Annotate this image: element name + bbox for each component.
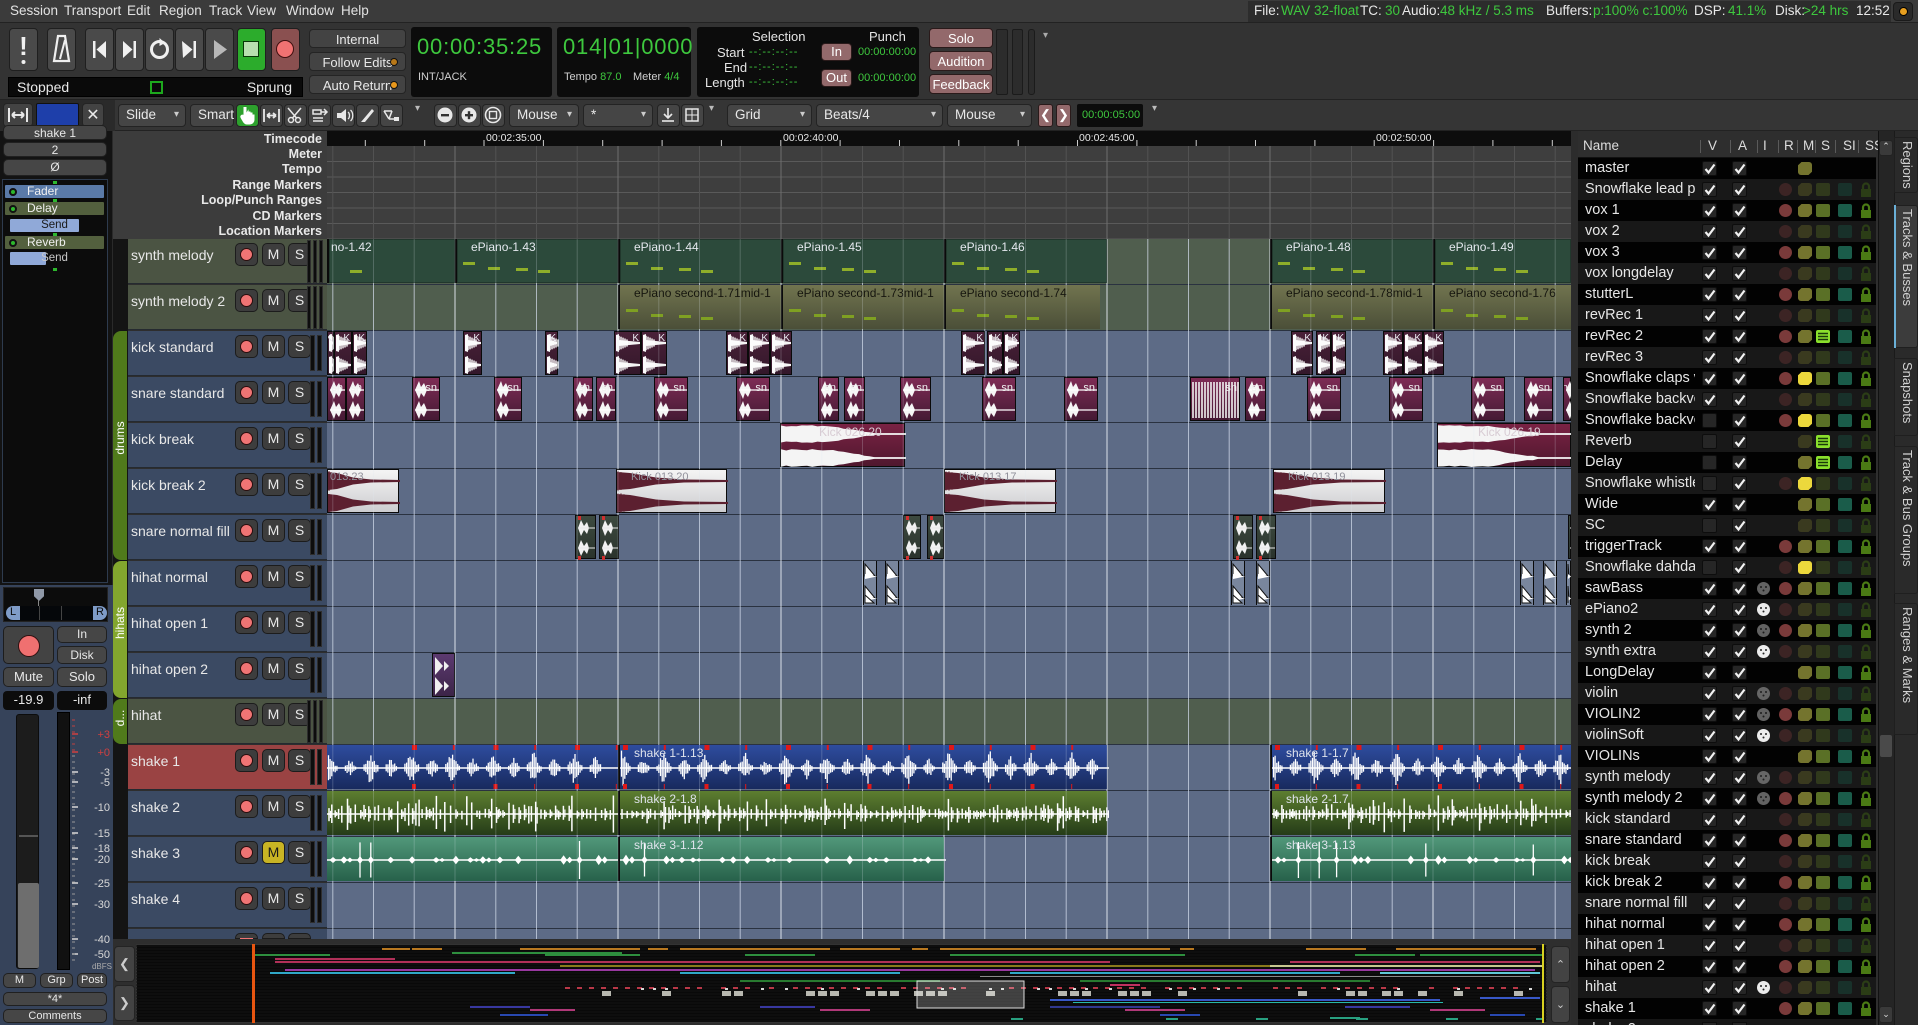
svg-text:-50: -50 <box>94 949 110 961</box>
svg-text:sn: sn <box>755 382 767 394</box>
svg-text:K: K <box>632 333 639 344</box>
svg-text:sn: sn <box>1490 382 1502 394</box>
svg-text:K: K <box>358 333 365 344</box>
svg-text:sn: sn <box>1083 382 1095 394</box>
svg-text:Kick 013.19: Kick 013.19 <box>1288 471 1345 483</box>
svg-text:00:02:45:00: 00:02:45:00 <box>1079 132 1135 144</box>
svg-text:K: K <box>994 333 1001 344</box>
svg-text:sn: sn <box>425 382 437 394</box>
svg-text:Kick 026.20: Kick 026.20 <box>819 425 882 439</box>
svg-text:K: K <box>549 333 556 344</box>
svg-text:00:02:40:00: 00:02:40:00 <box>783 132 839 144</box>
svg-text:!: ! <box>19 31 28 61</box>
svg-text:K: K <box>1322 333 1329 344</box>
svg-text:sn: sn <box>673 382 685 394</box>
svg-text:00:02:35:00: 00:02:35:00 <box>486 132 542 144</box>
svg-text:K: K <box>1304 333 1311 344</box>
svg-text:sn: sn <box>331 382 343 394</box>
svg-text:-30: -30 <box>94 899 110 911</box>
svg-text:-20: -20 <box>94 854 110 866</box>
svg-text:-25: -25 <box>94 878 110 890</box>
svg-text:K: K <box>1337 333 1344 344</box>
svg-text:sn: sn <box>507 382 519 394</box>
svg-text:Kick 013.20: Kick 013.20 <box>631 471 688 483</box>
svg-text:K: K <box>783 333 790 344</box>
svg-text:sn: sn <box>1564 382 1568 394</box>
svg-text:K: K <box>1414 333 1421 344</box>
svg-text:sn: sn <box>1251 382 1263 394</box>
svg-text:K: K <box>343 333 350 344</box>
svg-text:K: K <box>1394 333 1401 344</box>
svg-text:K: K <box>658 333 665 344</box>
svg-text:sn: sn <box>601 382 613 394</box>
svg-text:K: K <box>761 333 768 344</box>
svg-text:Kick 013.17: Kick 013.17 <box>959 471 1016 483</box>
svg-text:K: K <box>1011 333 1018 344</box>
svg-text:sn: sn <box>578 382 590 394</box>
svg-text:K: K <box>328 333 332 344</box>
svg-text:sn: sn <box>916 382 928 394</box>
svg-text:Kick 026.19: Kick 026.19 <box>1478 425 1541 439</box>
svg-text:013.23: 013.23 <box>330 471 364 483</box>
svg-text:+3: +3 <box>97 729 110 741</box>
svg-text:sn: sn <box>350 382 362 394</box>
svg-text:00:02:50:00: 00:02:50:00 <box>1376 132 1432 144</box>
svg-text:sn: sn <box>850 382 862 394</box>
svg-text:+0: +0 <box>97 747 110 759</box>
svg-text:sn: sn <box>1001 382 1013 394</box>
svg-text:dBFS: dBFS <box>92 962 112 971</box>
svg-text:sn: sn <box>1538 382 1550 394</box>
svg-text:-40: -40 <box>94 934 110 946</box>
svg-text:sn: sn <box>1326 382 1338 394</box>
svg-text:-5: -5 <box>100 777 110 789</box>
svg-text:K: K <box>1435 333 1442 344</box>
svg-text:K: K <box>976 333 983 344</box>
svg-text:sn: sn <box>1408 382 1420 394</box>
svg-text:-10: -10 <box>94 802 110 814</box>
svg-text:sn: sn <box>1225 382 1237 394</box>
svg-text:K: K <box>473 333 480 344</box>
svg-text:sn: sn <box>824 382 836 394</box>
svg-text:-15: -15 <box>94 828 110 840</box>
svg-text:K: K <box>739 333 746 344</box>
